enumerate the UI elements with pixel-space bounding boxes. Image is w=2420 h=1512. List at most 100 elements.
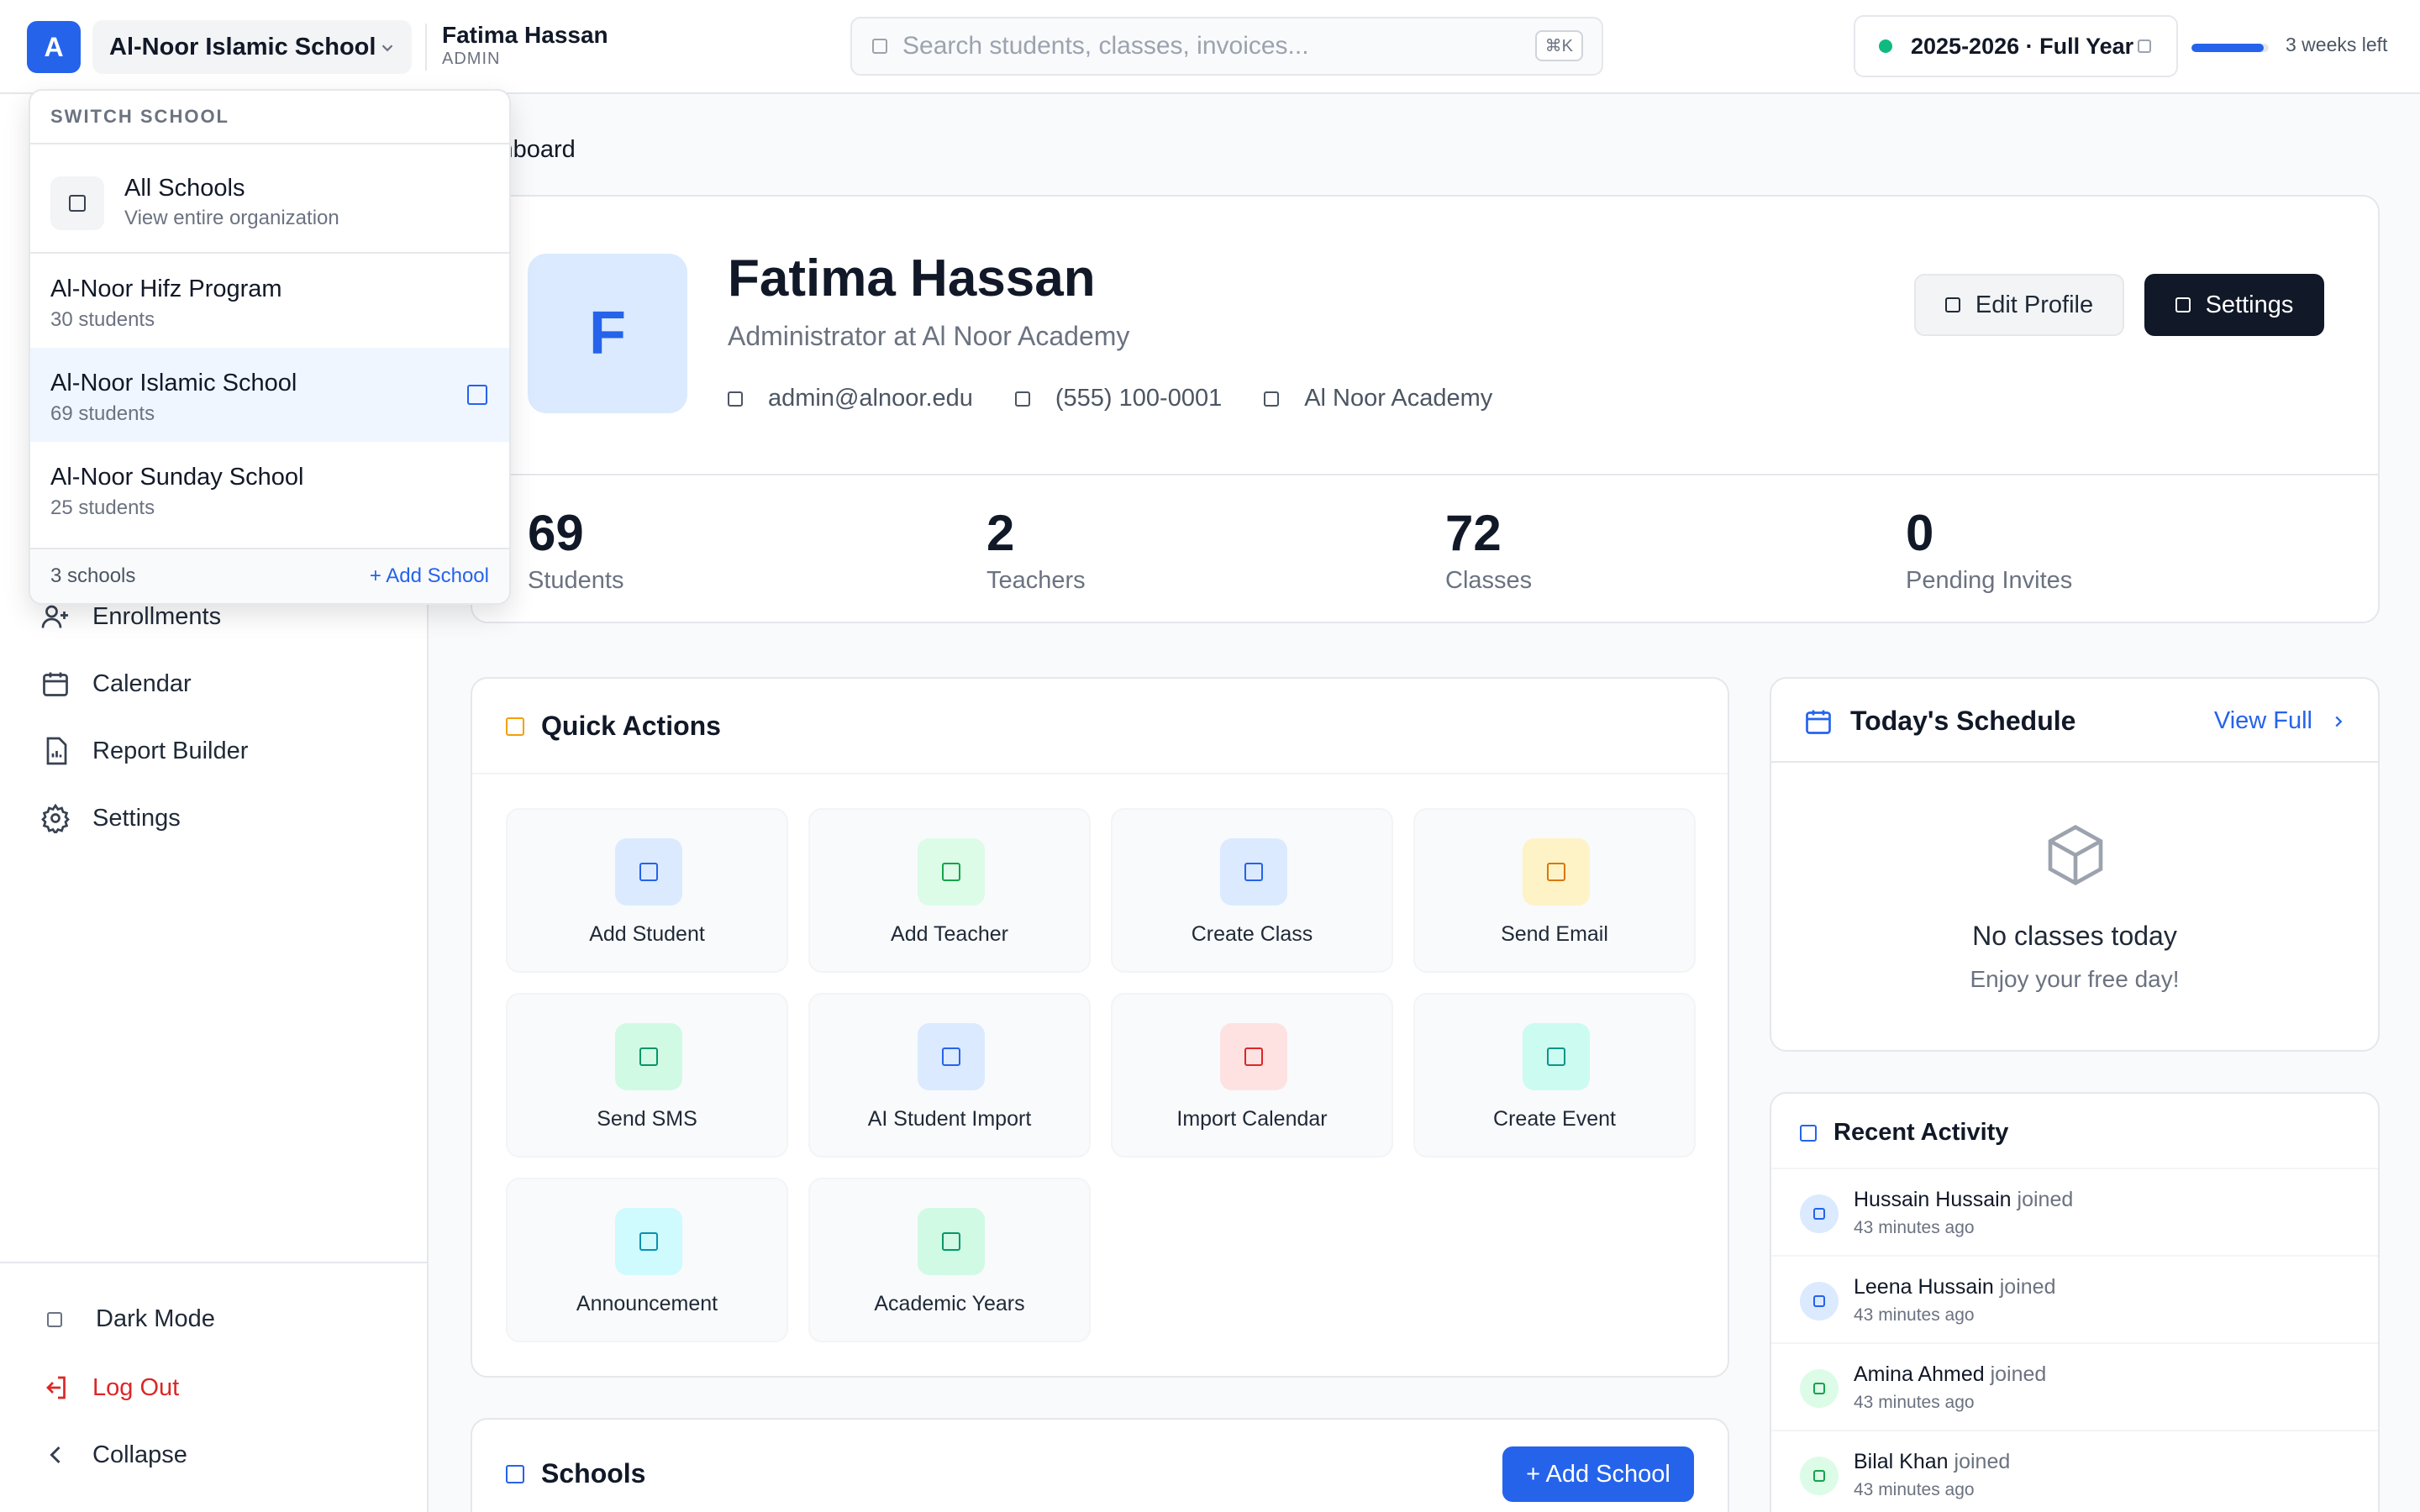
quick-action-label: Add Student bbox=[589, 922, 705, 946]
activity-name: Bilal Khan bbox=[1854, 1450, 1949, 1473]
gear-icon bbox=[2175, 297, 2191, 312]
settings-button[interactable]: Settings bbox=[2144, 274, 2324, 336]
avatar bbox=[1800, 1457, 1839, 1495]
sidebar-item-settings[interactable]: Settings bbox=[40, 803, 181, 833]
quick-action-tile[interactable]: AI Student Import bbox=[808, 993, 1091, 1158]
activity-time: 43 minutes ago bbox=[1854, 1218, 1975, 1237]
box-icon bbox=[2048, 824, 2103, 886]
calendar-icon bbox=[43, 672, 68, 696]
school-count: 3 schools bbox=[50, 564, 136, 587]
dark-mode-label: Dark Mode bbox=[96, 1305, 215, 1332]
sidebar-item-label: Settings bbox=[92, 804, 181, 832]
edit-profile-button[interactable]: Edit Profile bbox=[1914, 274, 2124, 336]
avatar: F bbox=[528, 254, 687, 413]
calendar-icon bbox=[1806, 710, 1831, 734]
sidebar-item-label: Report Builder bbox=[92, 737, 249, 764]
profile-meta: admin@alnoor.edu (555) 100-0001 Al Noor … bbox=[728, 385, 1534, 412]
stat-label: Classes bbox=[1445, 567, 1533, 594]
quick-action-tile[interactable]: Academic Years bbox=[808, 1178, 1091, 1342]
stat-value: 0 bbox=[1906, 505, 1934, 561]
divider bbox=[425, 24, 427, 71]
quick-action-label: Create Class bbox=[1191, 922, 1313, 946]
quick-action-tile[interactable]: Create Event bbox=[1413, 993, 1696, 1158]
quick-action-icon bbox=[615, 1208, 682, 1275]
dark-mode-toggle[interactable]: Dark Mode bbox=[40, 1305, 215, 1333]
schedule-title-text: Today's Schedule bbox=[1850, 706, 2076, 736]
edit-profile-label: Edit Profile bbox=[1975, 291, 2094, 318]
org-text: Al Noor Academy bbox=[1304, 385, 1493, 412]
recent-activity-card: Recent Activity Hussain Hussain joined 43… bbox=[1770, 1092, 2380, 1512]
check-icon bbox=[467, 385, 487, 405]
quick-action-icon bbox=[1220, 838, 1287, 906]
activity-time: 43 minutes ago bbox=[1854, 1480, 1975, 1499]
quick-action-tile[interactable]: Add Student bbox=[506, 808, 788, 973]
divider bbox=[472, 773, 1728, 774]
quick-action-icon bbox=[918, 1023, 985, 1090]
search-icon bbox=[872, 39, 887, 54]
activity-item[interactable]: Amina Ahmed joined 43 minutes ago bbox=[1771, 1342, 2378, 1430]
quick-action-tile[interactable]: Create Class bbox=[1111, 808, 1393, 973]
academic-year-label: 2025-2026 · Full Year bbox=[1911, 33, 2134, 59]
activity-name: Amina Ahmed bbox=[1854, 1362, 1985, 1386]
school-option-selected[interactable]: Al-Noor Islamic School 69 students bbox=[30, 348, 509, 442]
building-icon bbox=[1264, 391, 1280, 407]
mail-icon bbox=[728, 391, 743, 407]
stat-value: 69 bbox=[528, 505, 584, 561]
quick-action-tile[interactable]: Send SMS bbox=[506, 993, 788, 1158]
all-schools-title: All Schools bbox=[124, 175, 245, 202]
quick-action-icon bbox=[1523, 1023, 1590, 1090]
log-out-button[interactable]: Log Out bbox=[40, 1373, 179, 1403]
add-school-button[interactable]: + Add School bbox=[1502, 1446, 1694, 1502]
activity-item[interactable]: Bilal Khan joined 43 minutes ago bbox=[1771, 1430, 2378, 1512]
quick-action-icon bbox=[918, 838, 985, 906]
school-option[interactable]: Al-Noor Sunday School 25 students bbox=[30, 442, 509, 536]
sidebar-item-report-builder[interactable]: Report Builder bbox=[40, 736, 248, 766]
stat-label: Teachers bbox=[986, 567, 1086, 594]
app-logo[interactable]: A bbox=[27, 21, 81, 73]
year-progress-bar bbox=[2191, 44, 2269, 52]
dropdown-add-school-link[interactable]: + Add School bbox=[370, 564, 489, 588]
recent-activity-title: Recent Activity bbox=[1800, 1119, 2008, 1147]
activity-item[interactable]: Leena Hussain joined 43 minutes ago bbox=[1771, 1255, 2378, 1342]
view-full-link[interactable]: View Full bbox=[2214, 707, 2348, 735]
sidebar-item-label: Calendar bbox=[92, 669, 192, 697]
report-icon bbox=[46, 737, 67, 765]
avatar bbox=[1800, 1369, 1839, 1408]
dropdown-header: SWITCH SCHOOL bbox=[30, 91, 509, 144]
academic-year-selector[interactable]: 2025-2026 · Full Year bbox=[1854, 15, 2178, 77]
collapse-button[interactable]: Collapse bbox=[40, 1440, 187, 1470]
profile-role: Administrator at Al Noor Academy bbox=[728, 321, 1130, 351]
year-chevron-icon bbox=[2138, 39, 2151, 53]
recent-activity-title-text: Recent Activity bbox=[1833, 1119, 2009, 1146]
quick-action-tile[interactable]: Import Calendar bbox=[1111, 993, 1393, 1158]
school-option-count: 30 students bbox=[50, 308, 155, 331]
stat-label: Students bbox=[528, 567, 624, 594]
user-role: ADMIN bbox=[442, 50, 501, 68]
chevron-left-icon bbox=[50, 1446, 60, 1464]
sidebar-item-calendar[interactable]: Calendar bbox=[40, 669, 192, 699]
school-switcher-dropdown: SWITCH SCHOOL All Schools View entire or… bbox=[29, 89, 511, 605]
stat-label: Pending Invites bbox=[1906, 567, 2073, 594]
school-option-count: 69 students bbox=[50, 402, 155, 425]
quick-action-label: Import Calendar bbox=[1176, 1107, 1328, 1131]
quick-action-tile[interactable]: Announcement bbox=[506, 1178, 788, 1342]
phone-icon bbox=[1014, 391, 1030, 407]
search-input[interactable] bbox=[902, 32, 1507, 60]
quick-action-label: AI Student Import bbox=[867, 1107, 1032, 1131]
search-box[interactable]: ⌘K bbox=[850, 17, 1603, 76]
activity-item[interactable]: Hussain Hussain joined 43 minutes ago bbox=[1771, 1168, 2378, 1255]
activity-action: joined bbox=[1999, 1275, 2056, 1299]
sidebar-item-enrollments[interactable]: Enrollments bbox=[40, 601, 221, 632]
school-option-name: Al-Noor Hifz Program bbox=[50, 276, 282, 302]
school-selector[interactable]: Al-Noor Islamic School bbox=[92, 20, 412, 74]
empty-title: No classes today bbox=[1972, 921, 2177, 951]
quick-action-tile[interactable]: Add Teacher bbox=[808, 808, 1091, 973]
quick-action-label: Add Teacher bbox=[891, 922, 1008, 946]
activity-name: Hussain Hussain bbox=[1854, 1188, 2012, 1211]
quick-action-tile[interactable]: Send Email bbox=[1413, 808, 1696, 973]
activity-action: joined bbox=[2017, 1188, 2074, 1211]
profile-phone: (555) 100-0001 bbox=[1014, 385, 1222, 412]
school-option[interactable]: Al-Noor Hifz Program 30 students bbox=[30, 254, 509, 348]
all-schools-option[interactable]: All Schools View entire organization bbox=[30, 144, 509, 254]
log-out-label: Log Out bbox=[92, 1373, 180, 1401]
